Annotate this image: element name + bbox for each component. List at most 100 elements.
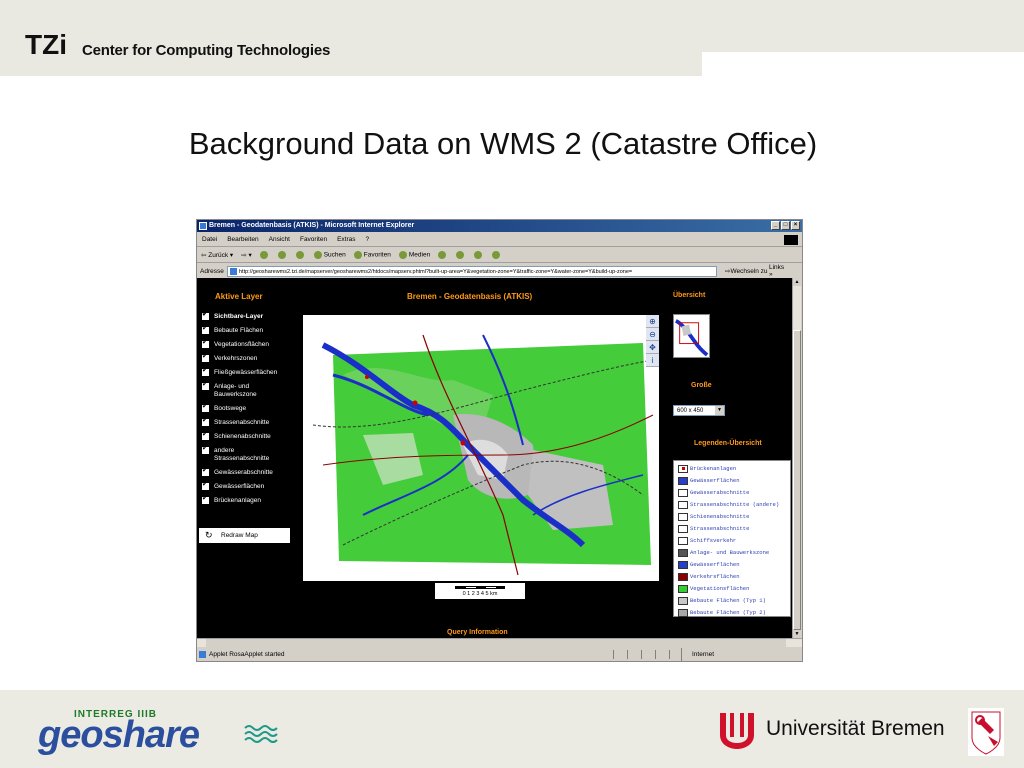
links-button[interactable]: Links » [769,264,789,278]
layer-item[interactable]: Gewässerflächen [201,481,293,491]
print-icon[interactable] [474,251,483,259]
checkbox-icon[interactable] [202,311,209,320]
address-label: Adresse [200,267,224,275]
home-icon[interactable] [295,251,304,259]
media-button-label: Medien [408,251,431,259]
zoom-out-icon[interactable]: ⊖ [646,328,659,341]
legend-label: Strassenabschnitte [690,525,750,532]
checkbox-icon[interactable] [202,445,209,454]
checkbox-icon[interactable] [202,353,209,362]
map-image[interactable] [303,315,659,581]
checkbox-icon[interactable] [202,325,209,334]
legend-row: Schienenabschnitte [674,511,790,523]
checkbox-icon[interactable] [202,417,209,426]
layer-item[interactable]: Fließgewässerflächen [201,367,293,377]
scroll-up-icon[interactable]: ▲ [793,278,801,286]
slide: TZi Center for Computing Technologies Ba… [0,0,1024,768]
stop-icon[interactable] [259,251,268,259]
scroll-thumb[interactable] [793,330,801,630]
forward-button[interactable]: ⇨ ▾ [241,251,252,259]
layer-label: Strassenabschnitte [214,419,270,426]
layer-label: Bebaute Flächen [214,327,264,334]
legend-swatch [678,477,688,485]
layer-label: Vegetationsflächen [214,341,269,348]
media-button[interactable]: Medien [398,251,431,259]
layer-item[interactable]: Brückenanlagen [201,495,293,505]
horizontal-scrollbar[interactable] [197,638,802,647]
checkbox-icon[interactable] [202,431,209,440]
layer-item[interactable]: Anlage- und Bauwerkszone [201,381,263,399]
menu-help[interactable]: ? [366,233,370,246]
layer-item[interactable]: andere Strassenabschnitte [201,445,276,463]
legend-box: Brückenanlagen Gewässerflächen Gewässera… [673,460,791,617]
layer-label: andere Strassenabschnitte [214,447,270,462]
edit-icon[interactable] [492,251,501,259]
favorites-button[interactable]: Favoriten [353,251,391,259]
vertical-scrollbar[interactable]: ▲ ▼ [792,278,801,638]
hscroll-thumb[interactable] [206,639,786,647]
pan-icon[interactable]: ✥ [646,341,659,354]
layer-label: Sichtbare-Layer [214,313,264,320]
legend-label: Legenden-Übersicht [694,440,762,447]
maximize-button[interactable]: □ [781,221,790,230]
scroll-down-icon[interactable]: ▼ [793,630,801,638]
info-icon[interactable]: i [646,354,659,367]
legend-row: Schiffsverkehr [674,535,790,547]
checkbox-icon[interactable] [202,367,209,376]
checkbox-icon[interactable] [202,403,209,412]
layer-header: Aktive Layer [215,292,263,301]
checkbox-icon[interactable] [202,495,209,504]
layer-item[interactable]: Schienenabschnitte [201,431,293,441]
chevron-down-icon[interactable]: ▼ [715,406,724,415]
layer-item[interactable]: Strassenabschnitte [201,417,293,427]
search-button[interactable]: Suchen [313,251,346,259]
toolbar: ⇦ Zurück ▾ ⇨ ▾ Suchen Favoriten Medien [197,248,802,263]
refresh-icon[interactable] [277,251,286,259]
tzi-logo-text: TZi [25,29,67,59]
checkbox-icon[interactable] [202,339,209,348]
layer-item[interactable]: Gewässerabschnitte [201,467,293,477]
mail-icon[interactable] [456,251,465,259]
page-content: Aktive Layer Bremen - Geodatenbasis (ATK… [197,278,793,638]
overview-map[interactable] [673,314,710,358]
zoom-in-icon[interactable]: ⊕ [646,315,659,328]
checkbox-icon[interactable] [202,481,209,490]
scale-bar-graphic [455,586,505,589]
menu-datei[interactable]: Datei [202,233,217,246]
address-url: http://geosharewms2.tzi.de/mapserver/geo… [239,268,633,275]
legend-label: Vegetationsflächen [690,585,750,592]
applet-icon [199,651,206,658]
menu-favoriten[interactable]: Favoriten [300,233,327,246]
layer-item[interactable]: Bootswege [201,403,293,413]
layer-item[interactable]: Vegetationsflächen [201,339,293,349]
legend-label: Anlage- und Bauwerkszone [690,549,770,556]
layer-item[interactable]: Sichtbare-Layer [201,311,293,321]
minimize-button[interactable]: _ [771,221,780,230]
layer-item[interactable]: Verkehrszonen [201,353,293,363]
close-button[interactable]: × [791,221,800,230]
university-logo [720,713,754,749]
menu-bearbeiten[interactable]: Bearbeiten [227,233,258,246]
legend-row: Bebaute Flächen (Typ 1) [674,595,790,607]
history-icon[interactable] [438,251,447,259]
map-frame[interactable] [303,315,659,581]
go-button[interactable]: ⇨Wechseln zu [725,267,769,275]
checkbox-icon[interactable] [202,467,209,476]
slide-title: Background Data on WMS 2 (Catastre Offic… [188,126,818,161]
legend-row: Strassenabschnitte (andere) [674,499,790,511]
checkbox-icon[interactable] [202,381,209,390]
overview-label: Übersicht [673,292,706,299]
university-name: Universität Bremen [766,717,945,740]
size-select[interactable]: 600 x 450 ▼ [673,405,725,416]
back-button[interactable]: ⇦ Zurück ▾ [201,251,233,259]
layer-item[interactable]: Bebaute Flächen [201,325,293,335]
menu-ansicht[interactable]: Ansicht [269,233,290,246]
query-information-label[interactable]: Query Information [447,629,508,636]
menu-extras[interactable]: Extras [337,233,355,246]
address-input[interactable]: http://geosharewms2.tzi.de/mapserver/geo… [227,265,717,277]
redraw-map-button[interactable]: Redraw Map [199,528,290,543]
layer-label: Bootswege [214,405,247,412]
legend-swatch [678,585,688,593]
layer-list: Sichtbare-Layer Bebaute Flächen Vegetati… [201,311,293,511]
legend-swatch [678,513,688,521]
